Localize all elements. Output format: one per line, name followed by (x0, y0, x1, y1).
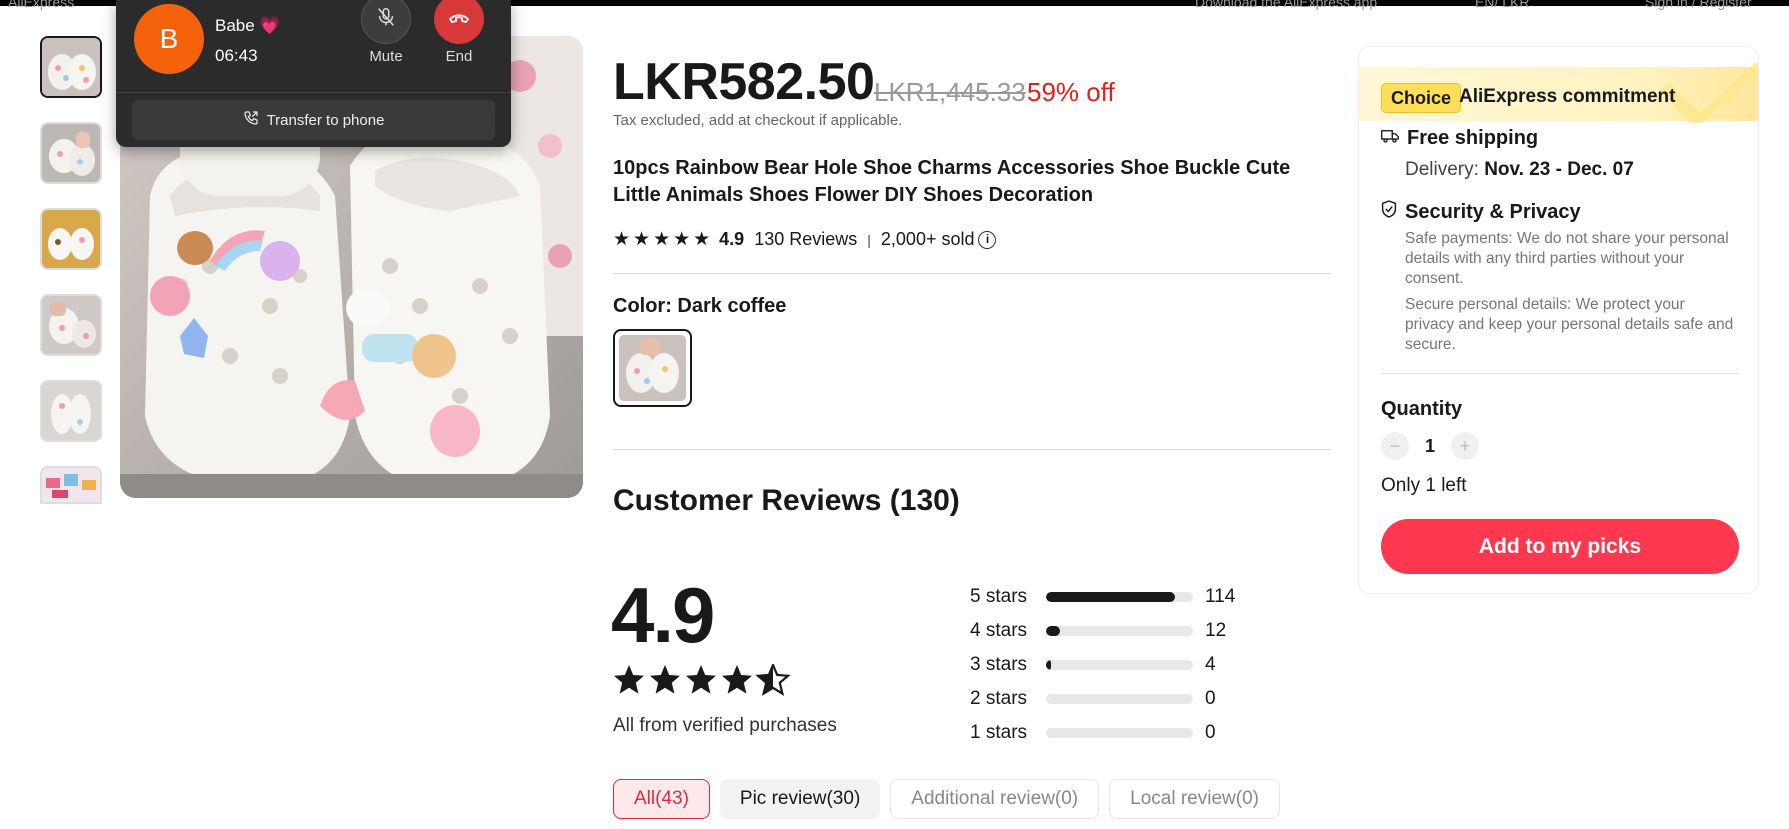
verified-note: All from verified purchases (613, 715, 837, 736)
tax-note: Tax excluded, add at checkout if applica… (613, 112, 903, 129)
bar-fill (1046, 626, 1060, 636)
rating-bar-row-3[interactable]: 3 stars 4 (970, 648, 1235, 682)
delivery-label: Delivery: (1405, 159, 1485, 180)
rating-bar-row-2[interactable]: 2 stars 0 (970, 682, 1235, 716)
rating-bar-row-1[interactable]: 1 stars 0 (970, 716, 1235, 750)
filter-local-review[interactable]: Local review(0) (1109, 779, 1280, 819)
quantity-value[interactable]: 1 (1423, 436, 1437, 457)
bar-track (1046, 592, 1193, 602)
choice-badge: Choice (1381, 83, 1462, 113)
delivery-dates: Nov. 23 - Dec. 07 (1484, 159, 1634, 180)
divider (613, 449, 1330, 450)
review-filters: All(43) Pic review(30) Additional review… (613, 779, 1280, 819)
bar-label: 3 stars (970, 654, 1028, 675)
product-title: 10pcs Rainbow Bear Hole Shoe Charms Acce… (613, 157, 1291, 206)
sold-count: 2,000+ sold (880, 229, 975, 249)
reviews-heading: Customer Reviews (130) (613, 484, 960, 517)
delivery-info: Delivery: Nov. 23 - Dec. 07 (1405, 159, 1634, 181)
rating-bar-row-4[interactable]: 4 stars 12 (970, 614, 1235, 648)
bar-count: 12 (1205, 620, 1227, 641)
shipping-title-text: Free shipping (1407, 127, 1539, 149)
shipping-title: Free shipping (1381, 127, 1538, 150)
shield-icon (1381, 200, 1397, 224)
average-rating: 4.9 (611, 571, 715, 659)
color-label: Color: Dark coffee (613, 295, 787, 317)
average-stars (613, 664, 793, 696)
bar-count: 0 (1205, 688, 1216, 709)
bar-label: 4 stars (970, 620, 1028, 641)
thumbnail-6[interactable] (40, 466, 102, 504)
filter-all[interactable]: All(43) (613, 779, 710, 819)
rating-summary: ★★★★★ 4.9 130 Reviews | 2,000+ sold i (613, 228, 997, 251)
download-app-link[interactable]: Download the AliExpress app (1195, 0, 1377, 10)
caller-avatar: B (134, 4, 204, 74)
separator: | (867, 231, 871, 248)
truck-icon (1381, 127, 1399, 150)
info-icon[interactable]: i (978, 230, 997, 249)
call-overlay: B Babe 💗 06:43 Mute End Transfer to phon… (116, 0, 511, 147)
transfer-label: Transfer to phone (266, 111, 385, 129)
bar-track (1046, 660, 1193, 670)
discount-badge: 59% off (1027, 77, 1115, 107)
thumbnail-5[interactable] (40, 380, 102, 442)
secure-details-text: Secure personal details: We protect your… (1405, 296, 1734, 353)
bar-count: 0 (1205, 722, 1216, 743)
thumbnail-4[interactable] (40, 294, 102, 356)
call-divider (116, 92, 511, 93)
bar-fill (1046, 660, 1051, 670)
caller-name: Babe 💗 (215, 16, 281, 35)
security-title: Security & Privacy (1381, 200, 1581, 224)
thumbnail-gallery (40, 36, 102, 528)
rating-bar-row-5[interactable]: 5 stars 114 (970, 580, 1235, 614)
sign-in-link[interactable]: Sign in / Register (1645, 0, 1752, 10)
mute-button[interactable] (361, 0, 411, 44)
end-call-button[interactable] (434, 0, 484, 44)
add-to-picks-button[interactable]: Add to my picks (1381, 519, 1739, 574)
filter-pic-review[interactable]: Pic review(30) (719, 779, 881, 819)
thumbnail-3[interactable] (40, 208, 102, 270)
phone-transfer-icon (243, 110, 259, 130)
site-logo[interactable]: AliExpress (8, 0, 74, 10)
transfer-to-phone-button[interactable]: Transfer to phone (132, 100, 495, 140)
bar-fill (1046, 592, 1175, 602)
quantity-stepper: − 1 + (1381, 432, 1479, 460)
original-price: LKR1,445.33 (874, 77, 1026, 107)
thumbnail-2[interactable] (40, 122, 102, 184)
decrease-quantity-button[interactable]: − (1381, 432, 1409, 460)
divider (613, 273, 1330, 274)
star-rating-icons: ★★★★★ (613, 229, 714, 250)
card-divider (1381, 373, 1739, 374)
thumbnail-1[interactable] (40, 36, 102, 98)
filter-additional-review[interactable]: Additional review(0) (890, 779, 1100, 819)
rating-score: 4.9 (719, 229, 745, 249)
bar-track (1046, 626, 1193, 636)
mute-label: Mute (369, 48, 403, 65)
choice-commitment-text: AliExpress commitment (1459, 86, 1676, 107)
locale-selector[interactable]: EN/ LKR (1475, 0, 1529, 10)
bar-label: 1 stars (970, 722, 1028, 743)
quantity-label: Quantity (1381, 398, 1463, 420)
rating-breakdown: 5 stars 114 4 stars 12 3 stars 4 2 stars… (970, 580, 1235, 750)
purchase-card: Choice AliExpress commitment Free shippi… (1358, 46, 1759, 594)
bar-count: 4 (1205, 654, 1216, 675)
bar-track (1046, 694, 1193, 704)
hang-up-icon (447, 5, 471, 34)
bar-label: 5 stars (970, 586, 1028, 607)
bar-label: 2 stars (970, 688, 1028, 709)
bar-track (1046, 728, 1193, 738)
increase-quantity-button[interactable]: + (1451, 432, 1479, 460)
reviews-link[interactable]: 130 Reviews (754, 229, 857, 250)
current-price: LKR582.50 (613, 53, 875, 111)
color-swatch-dark-coffee[interactable] (613, 329, 692, 407)
microphone-off-icon (375, 6, 397, 33)
security-title-text: Security & Privacy (1405, 200, 1581, 223)
bar-count: 114 (1205, 586, 1236, 607)
safe-payments-text: Safe payments: We do not share your pers… (1405, 230, 1729, 287)
call-duration: 06:43 (215, 46, 258, 65)
end-label: End (445, 48, 473, 65)
stock-note: Only 1 left (1381, 475, 1467, 496)
